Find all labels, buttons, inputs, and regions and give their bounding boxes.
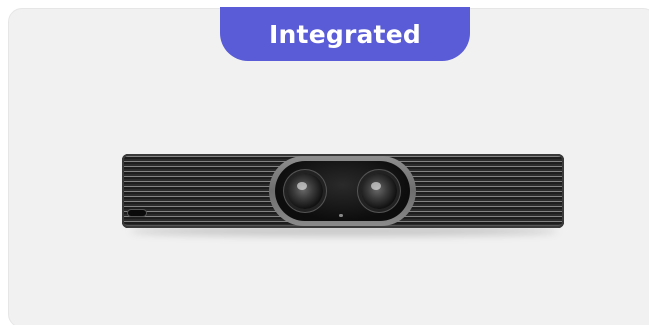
page: Integrated bbox=[0, 0, 649, 325]
badge-label: Integrated bbox=[269, 19, 421, 49]
right-lens-icon bbox=[361, 173, 397, 209]
video-bar-camera-icon bbox=[122, 154, 564, 236]
port-icon bbox=[128, 210, 146, 216]
indicator-light-icon bbox=[339, 214, 343, 217]
product-card[interactable]: Integrated bbox=[8, 7, 649, 325]
device-body bbox=[122, 154, 564, 228]
left-lens-icon bbox=[287, 173, 323, 209]
integrated-badge: Integrated bbox=[220, 7, 470, 61]
